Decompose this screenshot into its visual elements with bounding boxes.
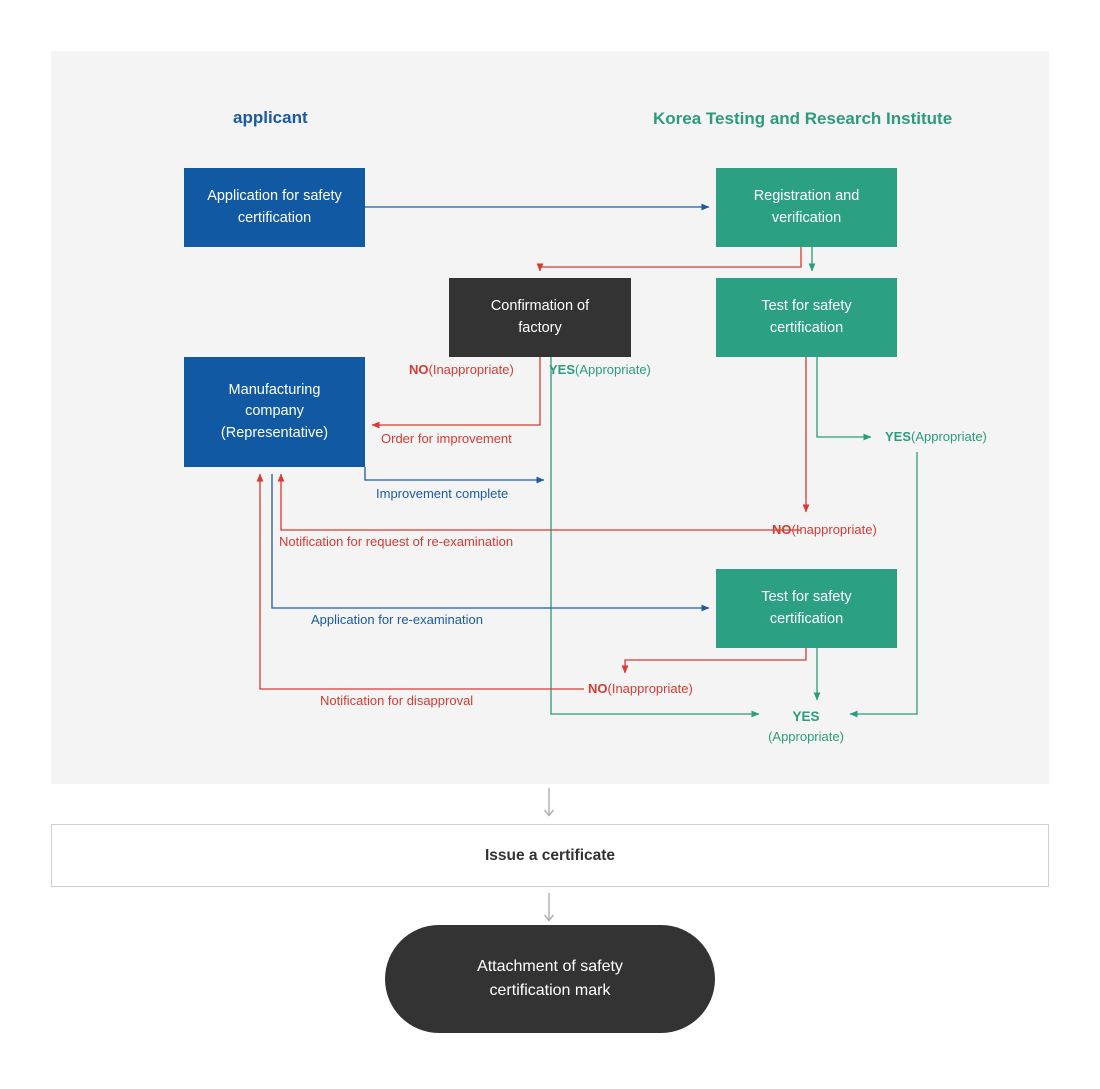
node-issue-a-certificate[interactable]: Issue a certificate: [51, 824, 1049, 887]
node-attachment-of-safety-certification-mark[interactable]: Attachment of safety certification mark: [385, 925, 715, 1033]
edge-label-yes-factory: YES(Appropriate): [549, 362, 651, 377]
edge-label-notification-for-disapproval: Notification for disapproval: [320, 693, 474, 708]
node-confirmation-of-factory[interactable]: Confirmation of factory: [449, 278, 631, 357]
edge-label-no-factory: NO(Inappropriate): [409, 362, 514, 377]
issue-certificate-label: Issue a certificate: [484, 846, 616, 864]
node-test-for-safety-certification-second[interactable]: Test for safety certification: [716, 569, 897, 648]
node-label: Registration and verification: [753, 188, 860, 226]
flowchart-screenshot: applicant Korea Testing and Research Ins…: [0, 0, 1100, 1089]
edge-label-yes-final: YES (Appropriate): [768, 709, 844, 745]
node-test-for-safety-certification-first[interactable]: Test for safety certification: [716, 278, 897, 357]
edge-label-notification-request-reexamination: Notification for request of re-examinati…: [279, 534, 514, 549]
column-title-applicant: applicant: [233, 108, 308, 127]
node-label: Test for safety certification: [761, 298, 852, 336]
edge-label-yes-test1: YES(Appropriate): [885, 429, 987, 444]
attachment-label: Attachment of safety certification mark: [477, 958, 623, 999]
node-label: Application for safety certification: [207, 188, 342, 226]
edge-label-no-test2: NO(Inappropriate): [588, 681, 693, 696]
node-registration-and-verification[interactable]: Registration and verification: [716, 168, 897, 247]
edge-label-improvement-complete: Improvement complete: [376, 486, 509, 501]
edge-label-order-for-improvement: Order for improvement: [381, 431, 512, 446]
node-label: Manufacturing company (Representative): [220, 382, 329, 441]
edge-label-no-test1: NO(Inappropriate): [772, 522, 877, 537]
node-label: Confirmation of factory: [490, 298, 590, 336]
node-application-for-safety-certification[interactable]: Application for safety certification: [184, 168, 365, 247]
column-title-institute: Korea Testing and Research Institute: [653, 109, 953, 128]
node-label: Test for safety certification: [761, 589, 852, 627]
node-manufacturing-company[interactable]: Manufacturing company (Representative): [184, 357, 365, 467]
edge-label-application-for-reexamination: Application for re-examination: [311, 612, 483, 627]
